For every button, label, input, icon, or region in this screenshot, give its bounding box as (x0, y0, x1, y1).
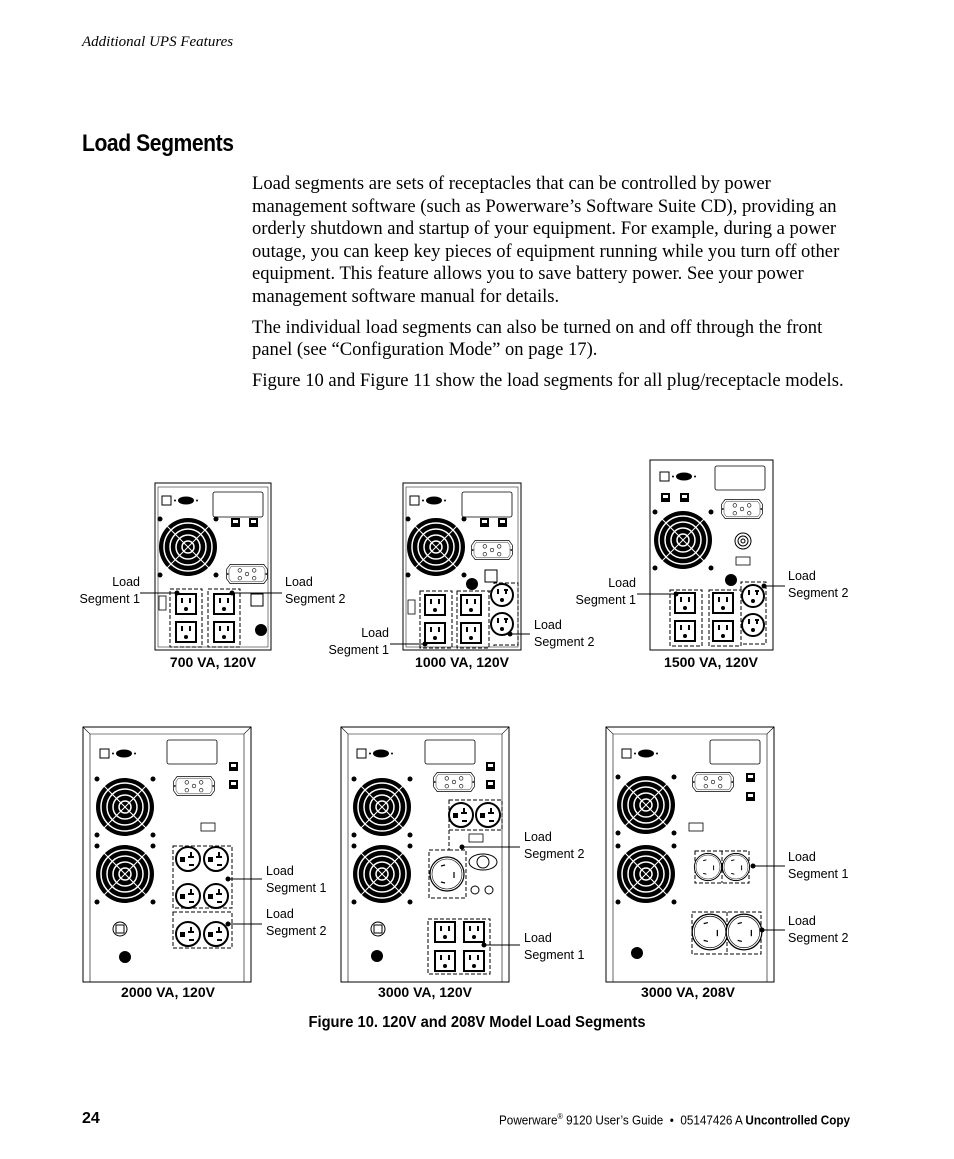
label-load: Load (534, 618, 562, 632)
model-caption: 2000 VA, 120V (121, 984, 216, 1000)
footer-brand: Powerware (498, 1112, 558, 1128)
footer-text: Powerware® 9120 User’s Guide • 05147426 … (499, 1112, 850, 1127)
model-caption: 3000 VA, 120V (378, 984, 473, 1000)
label-segment-1: Segment 1 (329, 643, 390, 657)
label-segment-2: Segment 2 (524, 847, 585, 861)
label-load: Load (285, 575, 313, 589)
ups-3000va-120v: Load Segment 2 Load Segment 1 3000 VA, 1… (340, 726, 585, 1000)
label-load: Load (112, 575, 140, 589)
label-load: Load (788, 850, 816, 864)
ups-700va: Load Segment 1 Load Segment 2 700 VA, 12… (80, 482, 346, 670)
model-caption: 1000 VA, 120V (415, 654, 510, 670)
model-caption: 700 VA, 120V (170, 654, 257, 670)
model-caption: 3000 VA, 208V (641, 984, 736, 1000)
label-load: Load (524, 931, 552, 945)
label-segment-1: Segment 1 (80, 592, 141, 606)
label-segment-2: Segment 2 (788, 586, 849, 600)
ups-3000va-208v: Load Segment 1 Load Segment 2 3000 VA, 2… (605, 726, 849, 1000)
label-segment-1: Segment 1 (576, 593, 637, 607)
label-load: Load (608, 576, 636, 590)
label-segment-2: Segment 2 (788, 931, 849, 945)
ups-1500va: Load Segment 1 Load Segment 2 1500 VA, 1… (576, 459, 849, 670)
ups-2000va: Load Segment 1 Load Segment 2 2000 VA, 1… (82, 726, 327, 1000)
label-segment-1: Segment 1 (788, 867, 849, 881)
label-segment-2: Segment 2 (534, 635, 595, 649)
label-load: Load (266, 864, 294, 878)
label-segment-2: Segment 2 (285, 592, 346, 606)
label-segment-1: Segment 1 (524, 948, 585, 962)
label-segment-2: Segment 2 (266, 924, 327, 938)
figure-caption: Figure 10. 120V and 208V Model Load Segm… (308, 1014, 646, 1031)
label-load: Load (788, 914, 816, 928)
label-load: Load (524, 830, 552, 844)
footer-copy: Uncontrolled Copy (745, 1112, 850, 1128)
footer-guide: 9120 User’s Guide • 05147426 A (562, 1112, 746, 1128)
label-load: Load (361, 626, 389, 640)
ups-1000va: Load Segment 1 Load Segment 2 1000 VA, 1… (329, 482, 595, 670)
label-load: Load (788, 569, 816, 583)
model-caption: 1500 VA, 120V (664, 654, 759, 670)
label-load: Load (266, 907, 294, 921)
page-number: 24 (82, 1110, 100, 1127)
load-segments-figure: Load Segment 1 Load Segment 2 700 VA, 12… (80, 459, 849, 1000)
label-segment-1: Segment 1 (266, 881, 327, 895)
